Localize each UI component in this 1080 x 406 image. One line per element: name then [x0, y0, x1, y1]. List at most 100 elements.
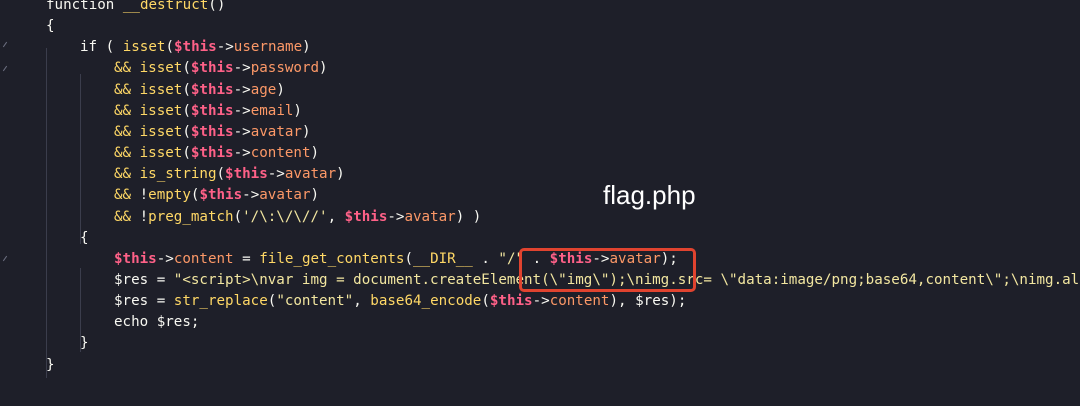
code-token: (: [233, 208, 243, 225]
code-token: $this: [190, 102, 234, 119]
code-token: (: [182, 102, 191, 119]
indent-guide: [80, 74, 81, 244]
code-token: ): [310, 145, 320, 162]
code-line[interactable]: && !empty($this->avatar): [114, 185, 319, 206]
code-token: ->: [233, 60, 251, 77]
code-token: if: [80, 39, 106, 56]
fold-marker-icon[interactable]: [2, 65, 8, 72]
code-token: ): [302, 39, 311, 56]
code-line[interactable]: echo $res;: [114, 312, 199, 333]
code-token: $res: [114, 293, 149, 310]
code-token: $this: [225, 166, 268, 183]
code-token: ): [293, 102, 302, 119]
code-token: );: [669, 293, 687, 310]
code-token: =: [148, 271, 174, 288]
code-token: ): [310, 187, 320, 204]
code-token: ;: [190, 314, 200, 331]
code-token: (: [182, 81, 191, 98]
code-token: email: [250, 102, 294, 119]
code-token: ->: [233, 145, 251, 162]
code-token: $res: [156, 314, 191, 331]
code-token: (: [105, 39, 123, 56]
code-token: ,: [353, 293, 371, 310]
code-token: (: [182, 145, 191, 162]
code-token: $this: [190, 123, 234, 140]
code-token: age: [250, 81, 277, 98]
code-token: username: [233, 39, 303, 56]
code-token: $this: [190, 145, 234, 162]
code-token: ): [336, 166, 345, 183]
code-token: isset: [139, 123, 183, 140]
code-line[interactable]: && isset($this->password): [114, 58, 328, 79]
code-line[interactable]: }: [46, 355, 55, 376]
code-token: avatar: [259, 187, 311, 204]
code-token: (: [165, 39, 174, 56]
code-token: =: [233, 250, 260, 267]
code-token: $this: [190, 81, 234, 98]
code-token: (: [216, 166, 226, 183]
code-token: $this: [114, 250, 157, 267]
code-token: str_replace: [173, 293, 268, 310]
code-line[interactable]: {: [46, 16, 55, 37]
code-token: ->: [532, 293, 550, 310]
code-token: &&: [114, 123, 140, 140]
code-line[interactable]: $res = str_replace ("content", base64_enc…: [114, 291, 686, 312]
code-token: ->: [242, 187, 260, 204]
code-token: "content": [276, 293, 354, 310]
code-token: function: [46, 0, 123, 13]
code-token: avatar: [404, 208, 456, 225]
code-token: $this: [199, 187, 243, 204]
code-token: &&: [114, 102, 140, 119]
code-token: ->: [216, 39, 234, 56]
code-token: ,: [327, 208, 345, 225]
code-token: ) ): [455, 208, 482, 225]
code-editor[interactable]: function __destruct(){if ( isset($this->…: [0, 0, 1080, 406]
code-token: empty: [148, 187, 191, 204]
code-token: echo: [114, 314, 157, 331]
indent-guide: [80, 268, 81, 352]
code-token: (: [182, 60, 191, 77]
code-token: avatar: [284, 166, 337, 183]
code-token: !: [139, 187, 149, 204]
code-line[interactable]: && isset($this->email): [114, 101, 302, 122]
code-token: }: [46, 356, 55, 373]
code-token: file_get_contents: [259, 250, 405, 267]
code-token: ->: [233, 102, 251, 119]
code-token: &&: [114, 60, 140, 77]
code-token: is_string: [139, 166, 217, 183]
code-line[interactable]: && isset($this->content): [114, 143, 319, 164]
code-token: {: [80, 229, 89, 246]
code-token: isset: [122, 39, 166, 56]
code-token: &&: [114, 208, 140, 225]
code-token: $res: [114, 271, 149, 288]
code-token: {: [46, 18, 55, 35]
code-token: content: [250, 145, 311, 162]
code-token: &&: [114, 81, 140, 98]
code-token: &&: [114, 187, 140, 204]
fold-marker-icon[interactable]: [2, 255, 8, 262]
code-token: ): [319, 60, 328, 77]
code-token: ->: [387, 208, 405, 225]
code-token: base64_encode: [370, 293, 482, 310]
code-line[interactable]: {: [80, 228, 89, 249]
code-line[interactable]: function __destruct(): [46, 0, 225, 16]
code-token: =: [148, 293, 174, 310]
code-token: '/\:\/\//': [242, 208, 328, 225]
code-line[interactable]: && is_string($this->avatar): [114, 164, 345, 185]
code-token: isset: [139, 60, 183, 77]
fold-marker-icon[interactable]: [2, 41, 8, 48]
code-line[interactable]: && isset($this->avatar): [114, 122, 311, 143]
code-token: ->: [233, 81, 251, 98]
code-line[interactable]: if ( isset($this->username): [80, 37, 311, 58]
code-line[interactable]: && !preg_match('/\:\/\//', $this->avatar…: [114, 207, 481, 228]
code-token: (: [182, 123, 191, 140]
code-token: __destruct: [122, 0, 209, 13]
code-token: $this: [173, 39, 217, 56]
code-line[interactable]: }: [80, 333, 89, 354]
code-token: ->: [233, 123, 251, 140]
highlight-box: [519, 248, 696, 292]
code-line[interactable]: && isset($this->age): [114, 80, 285, 101]
code-token: (): [208, 0, 226, 13]
code-token: $this: [344, 208, 388, 225]
code-token: $this: [190, 60, 234, 77]
